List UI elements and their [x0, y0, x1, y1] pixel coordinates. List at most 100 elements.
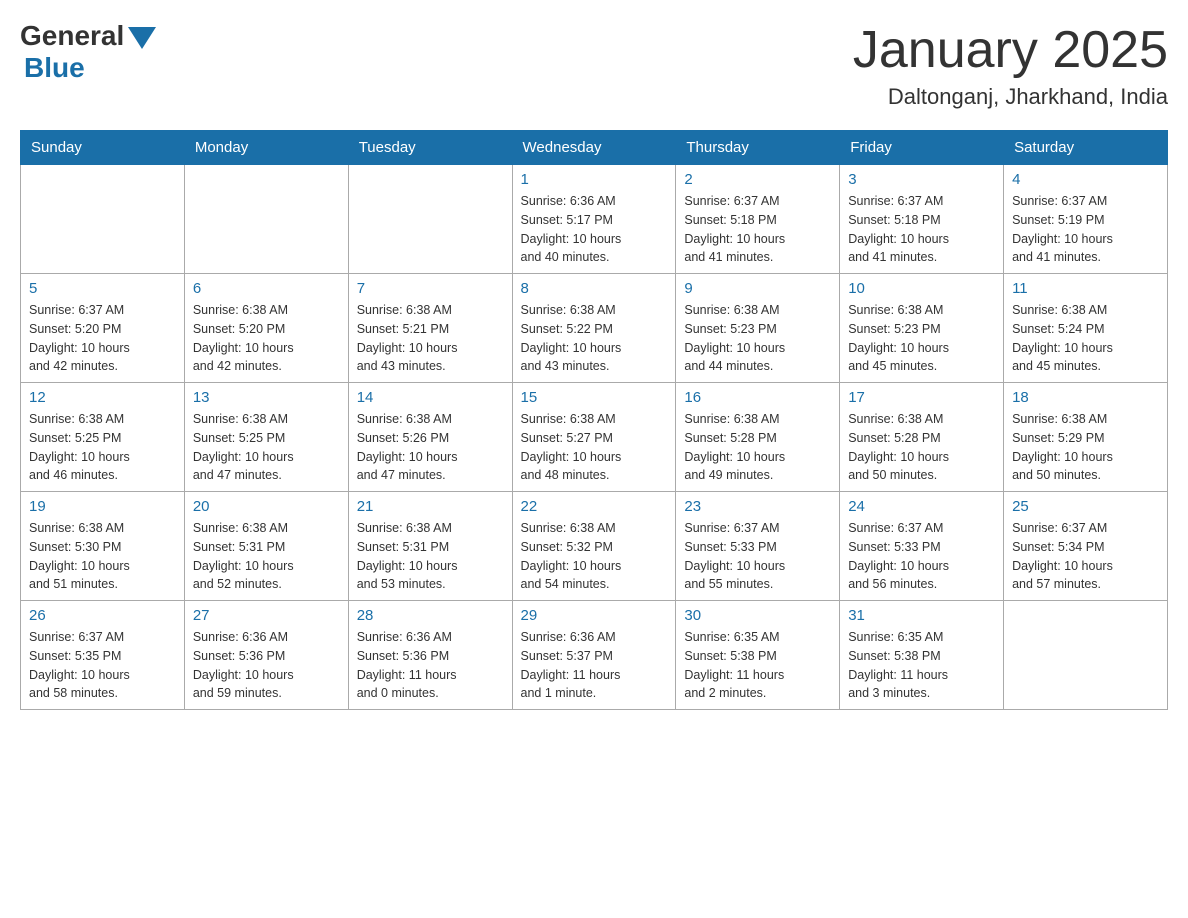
- day-number: 6: [193, 280, 340, 297]
- calendar-cell: 12 Sunrise: 6:38 AM Sunset: 5:25 PM Dayli…: [21, 383, 185, 492]
- calendar-cell: 15Sunrise: 6:38 AM Sunset: 5:27 PM Dayli…: [512, 383, 676, 492]
- calendar-table: SundayMondayTuesdayWednesdayThursdayFrid…: [20, 130, 1168, 710]
- calendar-cell: 23 Sunrise: 6:37 AM Sunset: 5:33 PM Dayli…: [676, 492, 840, 601]
- calendar-cell: 2 Sunrise: 6:37 AM Sunset: 5:18 PM Daylig…: [676, 165, 840, 274]
- calendar-cell: 16Sunrise: 6:38 AM Sunset: 5:28 PM Dayli…: [676, 383, 840, 492]
- calendar-week-row: 5 Sunrise: 6:37 AM Sunset: 5:20 PM Daylig…: [21, 274, 1168, 383]
- day-info: Sunrise: 6:35 AM Sunset: 5:38 PM Dayligh…: [684, 628, 831, 703]
- calendar-header-row: SundayMondayTuesdayWednesdayThursdayFrid…: [21, 131, 1168, 165]
- calendar-cell: 24 Sunrise: 6:37 AM Sunset: 5:33 PM Dayli…: [840, 492, 1004, 601]
- day-info: Sunrise: 6:38 AM Sunset: 5:30 PM Dayligh…: [29, 519, 176, 594]
- day-number: 18: [1012, 389, 1159, 406]
- day-info: Sunrise: 6:38 AM Sunset: 5:25 PM Dayligh…: [29, 410, 176, 485]
- logo-blue-text: Blue: [24, 52, 85, 84]
- calendar-cell: 19 Sunrise: 6:38 AM Sunset: 5:30 PM Dayli…: [21, 492, 185, 601]
- calendar-cell: 27 Sunrise: 6:36 AM Sunset: 5:36 PM Dayli…: [184, 601, 348, 710]
- day-info: Sunrise: 6:37 AM Sunset: 5:35 PM Dayligh…: [29, 628, 176, 703]
- day-number: 8: [521, 280, 668, 297]
- calendar-cell: 21 Sunrise: 6:38 AM Sunset: 5:31 PM Dayli…: [348, 492, 512, 601]
- calendar-week-row: 12 Sunrise: 6:38 AM Sunset: 5:25 PM Dayli…: [21, 383, 1168, 492]
- day-info: Sunrise: 6:38 AM Sunset: 5:31 PM Dayligh…: [357, 519, 504, 594]
- calendar-cell: [1004, 601, 1168, 710]
- title-section: January 2025 Daltonganj, Jharkhand, Indi…: [853, 20, 1168, 110]
- calendar-week-row: 19 Sunrise: 6:38 AM Sunset: 5:30 PM Dayli…: [21, 492, 1168, 601]
- day-number: 13: [193, 389, 340, 406]
- day-info: Sunrise: 6:37 AM Sunset: 5:18 PM Dayligh…: [848, 192, 995, 267]
- calendar-cell: 4Sunrise: 6:37 AM Sunset: 5:19 PM Daylig…: [1004, 165, 1168, 274]
- day-info: Sunrise: 6:36 AM Sunset: 5:36 PM Dayligh…: [357, 628, 504, 703]
- day-number: 24: [848, 498, 995, 515]
- day-info: Sunrise: 6:36 AM Sunset: 5:37 PM Dayligh…: [521, 628, 668, 703]
- calendar-week-row: 26Sunrise: 6:37 AM Sunset: 5:35 PM Dayli…: [21, 601, 1168, 710]
- weekday-header-saturday: Saturday: [1004, 131, 1168, 165]
- day-number: 27: [193, 607, 340, 624]
- calendar-cell: 26Sunrise: 6:37 AM Sunset: 5:35 PM Dayli…: [21, 601, 185, 710]
- calendar-cell: 28 Sunrise: 6:36 AM Sunset: 5:36 PM Dayli…: [348, 601, 512, 710]
- day-info: Sunrise: 6:38 AM Sunset: 5:26 PM Dayligh…: [357, 410, 504, 485]
- calendar-week-row: 1Sunrise: 6:36 AM Sunset: 5:17 PM Daylig…: [21, 165, 1168, 274]
- day-number: 23: [684, 498, 831, 515]
- day-number: 7: [357, 280, 504, 297]
- day-number: 30: [684, 607, 831, 624]
- day-info: Sunrise: 6:36 AM Sunset: 5:36 PM Dayligh…: [193, 628, 340, 703]
- page-header: General Blue January 2025 Daltonganj, Jh…: [20, 20, 1168, 110]
- day-number: 2: [684, 171, 831, 188]
- calendar-cell: 8 Sunrise: 6:38 AM Sunset: 5:22 PM Daylig…: [512, 274, 676, 383]
- day-info: Sunrise: 6:38 AM Sunset: 5:22 PM Dayligh…: [521, 301, 668, 376]
- calendar-cell: 25Sunrise: 6:37 AM Sunset: 5:34 PM Dayli…: [1004, 492, 1168, 601]
- day-number: 20: [193, 498, 340, 515]
- calendar-cell: 6 Sunrise: 6:38 AM Sunset: 5:20 PM Daylig…: [184, 274, 348, 383]
- day-number: 5: [29, 280, 176, 297]
- day-info: Sunrise: 6:37 AM Sunset: 5:18 PM Dayligh…: [684, 192, 831, 267]
- day-info: Sunrise: 6:35 AM Sunset: 5:38 PM Dayligh…: [848, 628, 995, 703]
- logo: General Blue: [20, 20, 156, 84]
- calendar-cell: 20 Sunrise: 6:38 AM Sunset: 5:31 PM Dayli…: [184, 492, 348, 601]
- logo-triangle-icon: [128, 27, 156, 49]
- day-info: Sunrise: 6:37 AM Sunset: 5:19 PM Dayligh…: [1012, 192, 1159, 267]
- calendar-cell: [184, 165, 348, 274]
- calendar-cell: 31Sunrise: 6:35 AM Sunset: 5:38 PM Dayli…: [840, 601, 1004, 710]
- day-info: Sunrise: 6:38 AM Sunset: 5:32 PM Dayligh…: [521, 519, 668, 594]
- day-number: 12: [29, 389, 176, 406]
- calendar-cell: [21, 165, 185, 274]
- day-info: Sunrise: 6:38 AM Sunset: 5:27 PM Dayligh…: [521, 410, 668, 485]
- day-info: Sunrise: 6:38 AM Sunset: 5:31 PM Dayligh…: [193, 519, 340, 594]
- weekday-header-monday: Monday: [184, 131, 348, 165]
- calendar-cell: 29 Sunrise: 6:36 AM Sunset: 5:37 PM Dayli…: [512, 601, 676, 710]
- day-number: 16: [684, 389, 831, 406]
- day-info: Sunrise: 6:38 AM Sunset: 5:23 PM Dayligh…: [848, 301, 995, 376]
- day-info: Sunrise: 6:38 AM Sunset: 5:20 PM Dayligh…: [193, 301, 340, 376]
- day-number: 21: [357, 498, 504, 515]
- weekday-header-wednesday: Wednesday: [512, 131, 676, 165]
- day-number: 10: [848, 280, 995, 297]
- calendar-cell: 7 Sunrise: 6:38 AM Sunset: 5:21 PM Daylig…: [348, 274, 512, 383]
- location-text: Daltonganj, Jharkhand, India: [853, 84, 1168, 110]
- day-info: Sunrise: 6:38 AM Sunset: 5:24 PM Dayligh…: [1012, 301, 1159, 376]
- calendar-cell: 9Sunrise: 6:38 AM Sunset: 5:23 PM Daylig…: [676, 274, 840, 383]
- day-info: Sunrise: 6:37 AM Sunset: 5:33 PM Dayligh…: [684, 519, 831, 594]
- day-number: 19: [29, 498, 176, 515]
- day-number: 14: [357, 389, 504, 406]
- calendar-cell: 17Sunrise: 6:38 AM Sunset: 5:28 PM Dayli…: [840, 383, 1004, 492]
- day-info: Sunrise: 6:37 AM Sunset: 5:20 PM Dayligh…: [29, 301, 176, 376]
- day-number: 29: [521, 607, 668, 624]
- day-info: Sunrise: 6:36 AM Sunset: 5:17 PM Dayligh…: [521, 192, 668, 267]
- calendar-cell: 22Sunrise: 6:38 AM Sunset: 5:32 PM Dayli…: [512, 492, 676, 601]
- calendar-cell: 14 Sunrise: 6:38 AM Sunset: 5:26 PM Dayli…: [348, 383, 512, 492]
- day-info: Sunrise: 6:37 AM Sunset: 5:33 PM Dayligh…: [848, 519, 995, 594]
- logo-general-text: General: [20, 20, 124, 52]
- calendar-cell: 5 Sunrise: 6:37 AM Sunset: 5:20 PM Daylig…: [21, 274, 185, 383]
- weekday-header-thursday: Thursday: [676, 131, 840, 165]
- calendar-cell: 30 Sunrise: 6:35 AM Sunset: 5:38 PM Dayli…: [676, 601, 840, 710]
- calendar-cell: [348, 165, 512, 274]
- calendar-cell: 1Sunrise: 6:36 AM Sunset: 5:17 PM Daylig…: [512, 165, 676, 274]
- day-number: 28: [357, 607, 504, 624]
- day-info: Sunrise: 6:38 AM Sunset: 5:23 PM Dayligh…: [684, 301, 831, 376]
- weekday-header-sunday: Sunday: [21, 131, 185, 165]
- day-info: Sunrise: 6:38 AM Sunset: 5:21 PM Dayligh…: [357, 301, 504, 376]
- calendar-cell: 10 Sunrise: 6:38 AM Sunset: 5:23 PM Dayli…: [840, 274, 1004, 383]
- calendar-cell: 3Sunrise: 6:37 AM Sunset: 5:18 PM Daylig…: [840, 165, 1004, 274]
- day-info: Sunrise: 6:38 AM Sunset: 5:28 PM Dayligh…: [848, 410, 995, 485]
- weekday-header-tuesday: Tuesday: [348, 131, 512, 165]
- day-number: 11: [1012, 280, 1159, 297]
